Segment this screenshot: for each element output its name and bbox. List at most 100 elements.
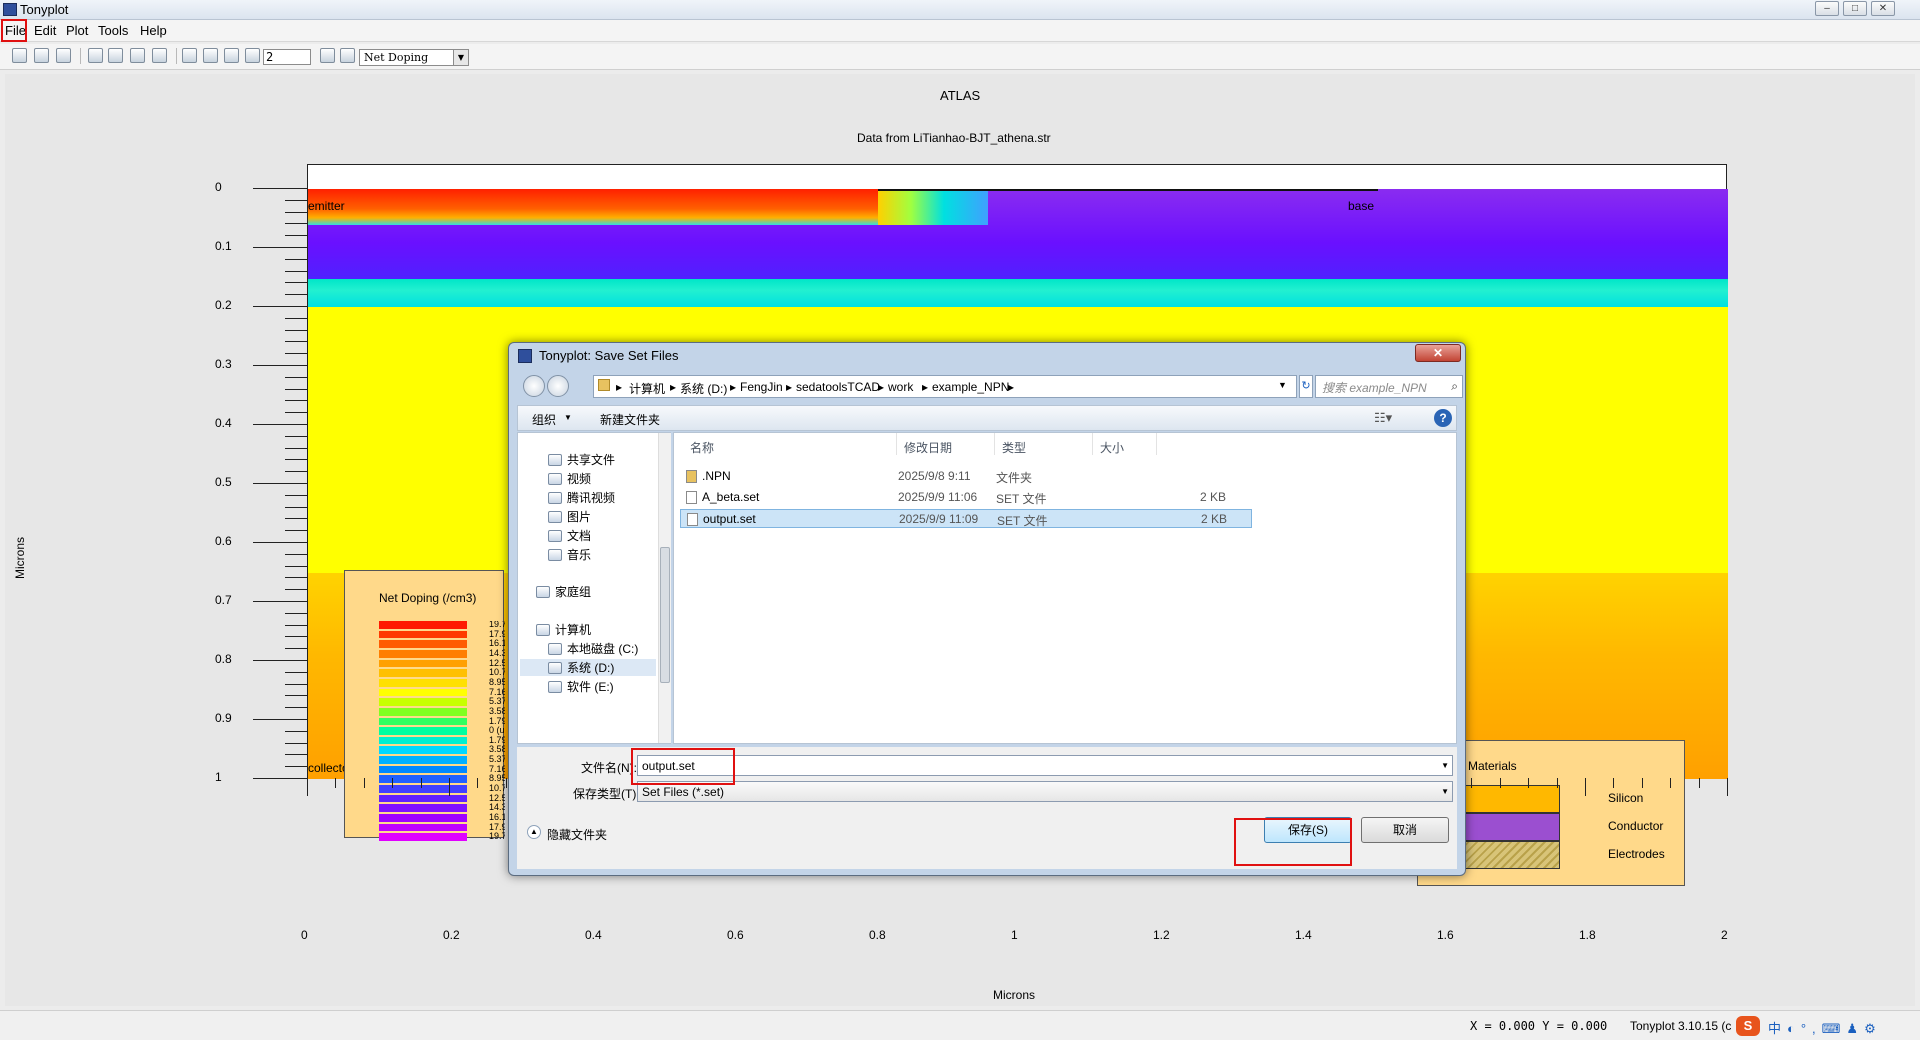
y-tick-label: 0.2 (215, 298, 232, 312)
back-icon[interactable] (523, 375, 545, 397)
dialog-close-button[interactable]: ✕ (1415, 344, 1461, 362)
zoom-in-icon[interactable] (203, 48, 218, 63)
next-plot-icon[interactable] (340, 48, 355, 63)
zoom-out-icon[interactable] (224, 48, 239, 63)
ime-logo-icon[interactable]: S (1736, 1016, 1760, 1036)
new-folder-button[interactable]: 新建文件夹 (600, 411, 660, 428)
filename-input[interactable]: output.set ▼ (637, 755, 1453, 776)
scrollbar-thumb[interactable] (660, 547, 670, 683)
zoom-box-icon[interactable] (245, 48, 260, 63)
file-type: SET 文件 (997, 514, 1048, 528)
refresh-icon[interactable]: ↻ (1299, 375, 1313, 398)
x-minor-tick (420, 778, 422, 788)
save-icon[interactable] (34, 48, 49, 63)
nav-item[interactable]: 家庭组 (536, 583, 591, 600)
nav-item[interactable]: 图片 (548, 508, 591, 525)
legend-value: 1.79 (489, 734, 505, 745)
toolbar-separator (176, 48, 177, 64)
search-input[interactable]: 搜索 example_NPN ⌕ (1315, 375, 1463, 398)
menu-help[interactable]: Help (140, 23, 167, 38)
close-window-button[interactable]: ✕ (1871, 1, 1895, 16)
minimize-button[interactable]: – (1815, 1, 1839, 16)
forward-icon[interactable] (547, 375, 569, 397)
breadcrumb-example-npn[interactable]: example_NPN (932, 380, 1009, 394)
stack-icon[interactable] (152, 48, 167, 63)
y-minor-tick (285, 199, 307, 201)
crumb-separator: ▸ (1008, 380, 1015, 394)
nav-item[interactable]: 本地磁盘 (C:) (548, 640, 638, 657)
pan-icon[interactable] (182, 48, 197, 63)
nav-item[interactable]: 共享文件 (548, 451, 615, 468)
file-row[interactable]: .NPN 2025/9/8 9:11 文件夹 (680, 467, 1252, 486)
file-row[interactable]: output.set 2025/9/9 11:09 SET 文件 2 KB (680, 509, 1252, 528)
print-icon[interactable] (56, 48, 71, 63)
nav-item[interactable]: 软件 (E:) (548, 678, 614, 695)
organize-button[interactable]: 组织 (532, 411, 556, 428)
hide-folders-toggle[interactable]: 隐藏文件夹 (547, 826, 607, 843)
y-tick-label: 0 (215, 180, 222, 194)
filetype-value: Set Files (*.set) (642, 785, 725, 799)
x-minor-tick (1670, 778, 1672, 788)
crumb-separator: ▸ (616, 380, 623, 394)
breadcrumb-computer[interactable]: 计算机 (629, 380, 665, 397)
prev-plot-icon[interactable] (320, 48, 335, 63)
menu-tools[interactable]: Tools (98, 23, 128, 38)
column-name[interactable]: 名称 (690, 439, 714, 456)
nav-scrollbar[interactable] (658, 433, 671, 743)
nav-item[interactable]: 计算机 (536, 621, 591, 638)
overlay-icon[interactable] (130, 48, 145, 63)
view-options-icon[interactable]: ☷▾ (1374, 410, 1392, 426)
file-date: 2025/9/8 9:11 (898, 469, 971, 483)
plot-type-select[interactable]: Net Doping ▼ (359, 49, 469, 66)
legend-swatch (379, 804, 467, 813)
y-tick-label: 0.9 (215, 711, 232, 725)
legend-value: 5.37 (489, 696, 505, 707)
nav-item[interactable]: 视频 (548, 470, 591, 487)
dialog-app-icon (518, 349, 532, 363)
y-tick-label: 0.8 (215, 652, 232, 666)
nav-item[interactable]: 系统 (D:) (520, 659, 656, 676)
menu-edit[interactable]: Edit (34, 23, 56, 38)
nav-item[interactable]: 文档 (548, 527, 591, 544)
help-icon[interactable]: ? (1434, 409, 1452, 427)
load-icon[interactable] (12, 48, 27, 63)
legend-value: 10.7 (489, 783, 505, 794)
crumb-separator: ▸ (878, 380, 885, 394)
legend-swatch (379, 794, 467, 803)
y-tick-label: 0.4 (215, 416, 232, 430)
file-row[interactable]: A_beta.set 2025/9/9 11:06 SET 文件 2 KB (680, 488, 1252, 507)
address-bar[interactable]: ▸ 计算机 ▸ 系统 (D:) ▸ FengJin ▸ sedatoolsTCA… (593, 375, 1297, 398)
x-axis-label: Microns (993, 988, 1036, 1002)
chevron-down-icon[interactable]: ▼ (1278, 380, 1287, 390)
breadcrumb-sedatools[interactable]: sedatoolsTCAD (796, 380, 880, 394)
nav-item[interactable]: 音乐 (548, 546, 591, 563)
file-size: 2 KB (1201, 512, 1228, 526)
nav-item[interactable]: 腾讯视频 (548, 489, 615, 506)
drive-icon (548, 643, 562, 655)
ime-toolbar-icons[interactable]: 中◐°,⌨♟⚙ (1768, 1018, 1882, 1037)
y-tick-mark (253, 601, 307, 602)
duplicate-icon[interactable] (108, 48, 123, 63)
column-size[interactable]: 大小 (1100, 439, 1124, 456)
legend-value: 0 (ui (489, 725, 505, 736)
copy-icon[interactable] (88, 48, 103, 63)
maximize-button[interactable]: □ (1843, 1, 1867, 16)
breadcrumb-work[interactable]: work (888, 380, 913, 394)
column-date[interactable]: 修改日期 (904, 439, 952, 456)
chevron-down-icon[interactable]: ▼ (1441, 761, 1449, 770)
column-type[interactable]: 类型 (1002, 439, 1026, 456)
filename-label: 文件名(N): (581, 761, 637, 775)
breadcrumb-fengjin[interactable]: FengJin (740, 380, 783, 394)
y-minor-tick (285, 530, 307, 532)
breadcrumb-drive-d[interactable]: 系统 (D:) (680, 380, 727, 397)
y-minor-tick (285, 447, 307, 449)
chevron-up-icon[interactable]: ▲ (527, 825, 541, 839)
zoom-level-input[interactable]: 2 (263, 49, 311, 65)
cancel-button[interactable]: 取消 (1361, 817, 1449, 843)
filetype-select[interactable]: Set Files (*.set) ▼ (637, 781, 1453, 802)
y-minor-tick (285, 329, 307, 331)
y-minor-tick (285, 518, 307, 520)
menu-plot[interactable]: Plot (66, 23, 88, 38)
y-minor-tick (285, 294, 307, 296)
x-tick-label: 1.6 (1437, 928, 1454, 942)
